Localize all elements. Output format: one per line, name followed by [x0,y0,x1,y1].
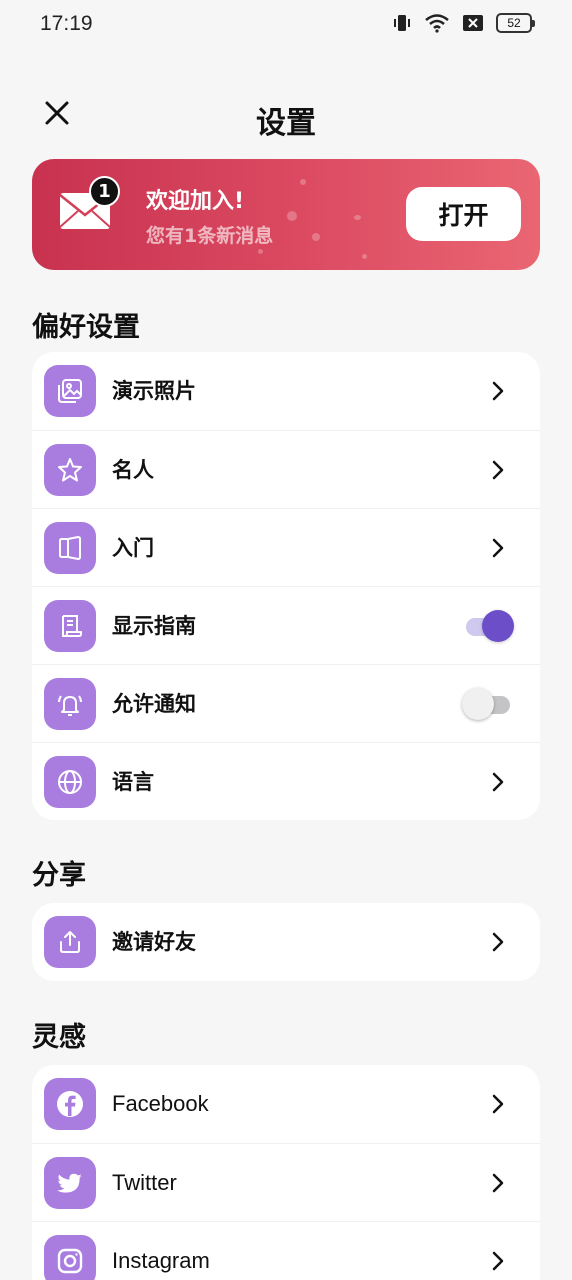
inspiration-card: Facebook Twitter Instagram [32,1065,540,1280]
section-title-preferences: 偏好设置 [32,312,140,343]
toggle-knob [482,610,514,642]
image-icon [44,365,96,417]
row-label: 语言 [112,770,154,794]
settings-row-show-guide[interactable]: 显示指南 [32,586,540,664]
row-label: Instagram [112,1248,210,1273]
banner-subtitle: 您有1条新消息 [146,225,274,247]
settings-row-twitter[interactable]: Twitter [32,1143,540,1221]
share-card: 邀请好友 [32,903,540,981]
settings-row-language[interactable]: 语言 [32,742,540,820]
document-icon [44,600,96,652]
preferences-card: 演示照片 名人 入门 显示指南 允许通知 语言 [32,352,540,820]
chevron-right-icon [492,1094,504,1114]
chevron-right-icon [492,772,504,792]
chevron-right-icon [492,460,504,480]
settings-row-demo-photos[interactable]: 演示照片 [32,352,540,430]
chevron-right-icon [492,1251,504,1271]
twitter-icon [44,1157,96,1209]
chevron-right-icon [492,1173,504,1193]
notifications-toggle[interactable] [462,688,514,720]
section-title-inspiration: 灵感 [32,1022,86,1053]
instagram-icon [44,1235,96,1280]
page-title: 设置 [256,106,316,141]
bell-icon [44,678,96,730]
row-label: 入门 [112,536,154,560]
show-guide-toggle[interactable] [462,610,514,642]
star-icon [44,444,96,496]
vibrate-icon [392,13,412,33]
globe-icon [44,756,96,808]
settings-row-allow-notifications[interactable]: 允许通知 [32,664,540,742]
row-label: 演示照片 [112,379,196,403]
settings-row-celebrities[interactable]: 名人 [32,430,540,508]
header: 设置 [0,88,572,144]
settings-row-invite-friends[interactable]: 邀请好友 [32,903,540,981]
notification-badge: 1 [89,176,120,207]
settings-row-getting-started[interactable]: 入门 [32,508,540,586]
share-icon [44,916,96,968]
row-label: 显示指南 [112,614,196,638]
row-label: Twitter [112,1170,177,1195]
sim-blocked-icon [462,14,484,32]
banner-title: 欢迎加入! [146,189,245,214]
section-title-share: 分享 [32,860,86,891]
settings-row-instagram[interactable]: Instagram [32,1221,540,1280]
row-label: Facebook [112,1091,209,1116]
facebook-icon [44,1078,96,1130]
chevron-right-icon [492,932,504,952]
chevron-right-icon [492,538,504,558]
status-bar: 17:19 52 [0,0,572,50]
toggle-knob [462,688,494,720]
row-label: 名人 [112,458,154,482]
row-label: 邀请好友 [112,930,196,954]
chevron-right-icon [492,381,504,401]
battery-level: 52 [507,16,521,30]
book-open-icon [44,522,96,574]
battery-icon: 52 [496,13,535,33]
row-label: 允许通知 [112,692,196,716]
settings-row-facebook[interactable]: Facebook [32,1065,540,1143]
status-time: 17:19 [40,12,93,35]
open-button[interactable]: 打开 [406,187,521,241]
status-icons: 52 [392,13,535,33]
wifi-icon [424,13,450,33]
